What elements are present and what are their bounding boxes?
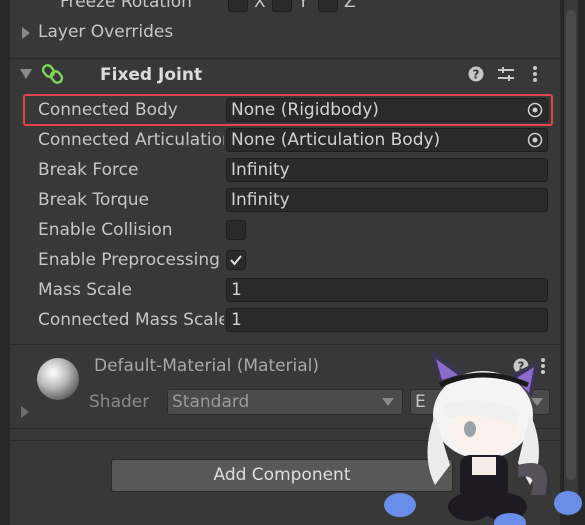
freeze-rotation-label: Freeze Rotation [60,0,192,12]
fixed-joint-icon [41,64,64,84]
freeze-z-label: Z [344,0,356,12]
presets-icon[interactable] [497,66,515,82]
mass-scale-label: Mass Scale [38,280,132,300]
enable-preprocessing-checkbox[interactable] [226,250,246,270]
enable-collision-checkbox[interactable] [226,220,246,240]
add-component-label: Add Component [213,465,351,485]
connected-body-field[interactable]: None (Rigidbody) [226,98,548,122]
freeze-x-checkbox[interactable] [228,0,248,12]
connected-mass-scale-label: Connected Mass Scale [38,310,224,330]
layer-overrides-label: Layer Overrides [38,22,174,42]
connected-articulation-body-label: Connected Articulation Body [38,130,224,150]
mass-scale-value: 1 [231,280,242,300]
freeze-y-label: Y [298,0,309,12]
svg-text:?: ? [473,68,480,82]
break-force-label: Break Force [38,160,139,180]
break-force-value: Infinity [231,160,290,180]
material-title: Default-Material (Material) [94,356,320,376]
break-torque-value: Infinity [231,190,290,210]
connected-body-label: Connected Body [38,100,178,120]
material-sphere-icon [37,358,79,400]
break-force-field[interactable]: Infinity [226,158,548,182]
connected-mass-scale-value: 1 [231,310,242,330]
shader-value: Standard [172,392,250,412]
connected-articulation-body-field[interactable]: None (Articulation Body) [226,128,548,152]
shader-dropdown[interactable]: Standard [167,389,403,415]
mascot-sticker-image [384,350,582,525]
freeze-z-checkbox[interactable] [318,0,338,12]
fixed-joint-title: Fixed Joint [100,65,203,85]
help-icon[interactable]: ? [468,66,484,82]
object-picker-icon[interactable] [527,102,543,118]
enable-preprocessing-label: Enable Preprocessing [38,250,220,270]
mass-scale-field[interactable]: 1 [226,278,548,302]
more-options-icon[interactable] [531,65,539,83]
foldout-arrow-icon[interactable] [21,26,31,40]
object-picker-icon[interactable] [527,132,543,148]
break-torque-label: Break Torque [38,190,150,210]
break-torque-field[interactable]: Infinity [226,188,548,212]
shader-label: Shader [89,392,150,412]
connected-body-value: None (Rigidbody) [231,100,379,120]
checkmark-icon [230,255,242,266]
enable-collision-label: Enable Collision [38,220,173,240]
foldout-arrow-icon[interactable] [19,68,33,80]
connected-articulation-body-value: None (Articulation Body) [231,130,441,150]
connected-mass-scale-field[interactable]: 1 [226,308,548,332]
freeze-y-checkbox[interactable] [272,0,292,12]
freeze-x-label: X [254,0,266,12]
foldout-arrow-icon[interactable] [20,405,30,419]
component-divider [10,58,560,59]
